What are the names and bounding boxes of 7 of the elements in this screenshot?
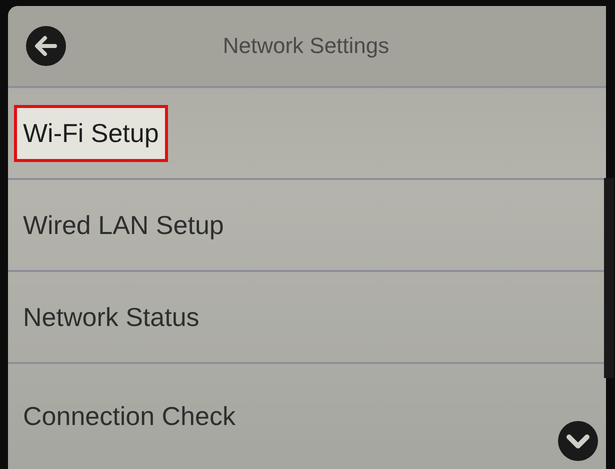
menu-item[interactable]: Wi-Fi Setup — [14, 104, 168, 162]
menu-item[interactable]: Connection Check — [14, 388, 244, 445]
scroll-down-button[interactable] — [558, 421, 598, 461]
menu-item[interactable]: Network Status — [14, 288, 208, 346]
screen-title: Network Settings — [222, 33, 390, 59]
menu-item[interactable]: Wired LAN Setup — [14, 196, 233, 254]
back-button[interactable] — [26, 26, 66, 66]
